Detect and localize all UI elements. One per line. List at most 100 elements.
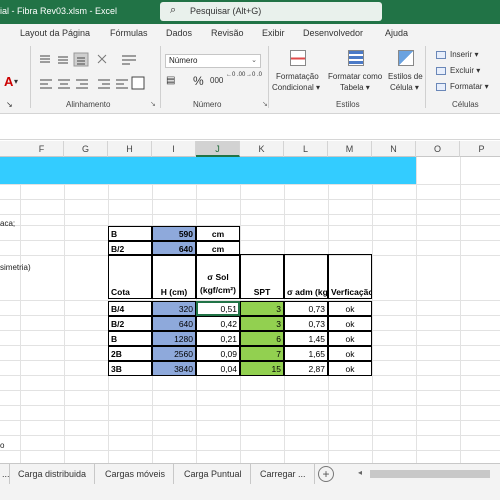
header-h[interactable]: H (cm) <box>152 254 196 299</box>
table-row-verificacao[interactable]: ok <box>328 331 372 346</box>
table-row-verificacao[interactable]: ok <box>328 346 372 361</box>
col-header-h[interactable]: H <box>108 141 152 157</box>
table-row-spt[interactable]: 6 <box>240 331 284 346</box>
header-spt[interactable]: SPT <box>240 254 284 299</box>
decrease-decimal-button[interactable]: →0 .0 <box>246 72 262 78</box>
insert-icon[interactable] <box>436 51 446 59</box>
col-header-i[interactable]: I <box>152 141 196 157</box>
tab-revisao[interactable]: Revisão <box>211 28 244 38</box>
tabs-overflow-button[interactable]: ... <box>0 464 10 484</box>
table-row-spt[interactable]: 3 <box>240 316 284 331</box>
table-row-spt[interactable]: 15 <box>240 361 284 376</box>
percent-button[interactable]: % <box>193 74 204 88</box>
thousands-button[interactable]: 000 <box>210 76 223 85</box>
number-format-select[interactable]: Número ⌄ <box>165 54 261 68</box>
table-row-cota[interactable]: B <box>108 331 152 346</box>
table-row-h[interactable]: 1280 <box>152 331 196 346</box>
delete-icon[interactable] <box>436 67 446 75</box>
table-row-h[interactable]: 320 <box>152 301 196 316</box>
cell-styles-line2[interactable]: Célula ▾ <box>390 83 419 92</box>
scrollbar-thumb[interactable] <box>370 470 490 478</box>
font-color-dropdown-icon[interactable]: ▾ <box>14 77 18 86</box>
col-header-o[interactable]: O <box>416 141 460 157</box>
sheet-grid[interactable]: aca; simetria) o B 590 cm B/2 640 cm Cot… <box>0 157 500 463</box>
col-header-l[interactable]: L <box>284 141 328 157</box>
number-launcher-icon[interactable]: ↘ <box>262 100 268 108</box>
add-sheet-button[interactable]: + <box>318 466 334 482</box>
col-header-p[interactable]: P <box>460 141 500 157</box>
table-row-sigma-adm[interactable]: 0,73 <box>284 316 328 331</box>
col-header-k[interactable]: K <box>240 141 284 157</box>
title-bar: ial - Fibra Rev03.xlsm - Excel ⌕ Pesquis… <box>0 0 500 24</box>
scroll-left-icon[interactable]: ◂ <box>358 468 362 477</box>
format-as-table-line2[interactable]: Tabela ▾ <box>340 83 370 92</box>
tab-desenvolvedor[interactable]: Desenvolvedor <box>303 28 363 38</box>
header-sigma-adm[interactable]: σ adm (kg <box>284 254 328 299</box>
table-row-cota[interactable]: 3B <box>108 361 152 376</box>
header-banner[interactable] <box>0 157 416 184</box>
sheet-tab-carga-distribuida[interactable]: Carga distribuida <box>10 464 96 484</box>
cell-text-fragment[interactable]: o <box>0 441 4 450</box>
table-row-spt[interactable]: 3 <box>240 301 284 316</box>
table-row-cota[interactable]: 2B <box>108 346 152 361</box>
cell-styles-line1[interactable]: Estilos de <box>388 72 423 81</box>
search-box[interactable]: ⌕ Pesquisar (Alt+G) <box>160 2 382 21</box>
table-row-sigma-sol[interactable]: 0,21 <box>196 331 240 346</box>
sheet-tab-carregar[interactable]: Carregar ... <box>252 464 315 484</box>
alignment-launcher-icon[interactable]: ↘ <box>150 100 156 108</box>
tab-layout[interactable]: Layout da Página <box>20 28 90 38</box>
font-launcher-icon[interactable]: ↘ <box>6 100 13 109</box>
table-row-sigma-sol[interactable]: 0,42 <box>196 316 240 331</box>
table-row-sigma-adm[interactable]: 1,65 <box>284 346 328 361</box>
col-header-g[interactable]: G <box>64 141 108 157</box>
delete-button[interactable]: Excluir ▾ <box>450 66 480 75</box>
conditional-format-line2[interactable]: Condicional ▾ <box>272 83 320 92</box>
col-header-n[interactable]: N <box>372 141 416 157</box>
sheet-tab-cargas-moveis[interactable]: Cargas móveis <box>97 464 175 484</box>
col-header-f[interactable]: F <box>20 141 64 157</box>
format-button[interactable]: Formatar ▾ <box>450 82 489 91</box>
cell-text-fragment[interactable]: simetria) <box>0 263 31 272</box>
cell-value[interactable]: 590 <box>152 226 196 241</box>
cell-unit[interactable]: cm <box>196 226 240 241</box>
tab-dados[interactable]: Dados <box>166 28 192 38</box>
horizontal-scrollbar[interactable]: ◂ <box>356 468 500 479</box>
format-as-table-icon[interactable] <box>348 50 364 66</box>
table-row-sigma-sol[interactable]: 0,09 <box>196 346 240 361</box>
font-color-button[interactable]: A <box>4 74 13 89</box>
table-row-sigma-adm[interactable]: 0,73 <box>284 301 328 316</box>
conditional-format-line1[interactable]: Formatação <box>276 72 319 81</box>
tab-exibir[interactable]: Exibir <box>262 28 285 38</box>
col-header-j[interactable]: J <box>196 141 240 157</box>
header-verificacao[interactable]: Verficação <box>328 254 372 299</box>
table-row-cota[interactable]: B/4 <box>108 301 152 316</box>
table-row-h[interactable]: 640 <box>152 316 196 331</box>
tab-ajuda[interactable]: Ajuda <box>385 28 408 38</box>
currency-icon[interactable]: ▤ <box>166 75 175 86</box>
table-row-verificacao[interactable]: ok <box>328 316 372 331</box>
table-row-sigma-sol-selected[interactable]: 0,51 <box>196 301 240 316</box>
alignment-icons[interactable] <box>38 52 148 98</box>
table-row-cota[interactable]: B/2 <box>108 316 152 331</box>
tab-formulas[interactable]: Fórmulas <box>110 28 148 38</box>
table-row-verificacao[interactable]: ok <box>328 361 372 376</box>
table-row-sigma-adm[interactable]: 2,87 <box>284 361 328 376</box>
cell-text-fragment[interactable]: aca; <box>0 219 15 228</box>
insert-button[interactable]: Inserir ▾ <box>450 50 478 59</box>
format-icon[interactable] <box>436 83 446 91</box>
format-as-table-line1[interactable]: Formatar como <box>328 72 382 81</box>
header-cota[interactable]: Cota <box>108 254 152 299</box>
col-header-m[interactable]: M <box>328 141 372 157</box>
table-row-h[interactable]: 2560 <box>152 346 196 361</box>
table-row-verificacao[interactable]: ok <box>328 301 372 316</box>
increase-decimal-button[interactable]: ←0 .00 <box>226 72 245 78</box>
cell-label[interactable]: B <box>108 226 152 241</box>
table-row-h[interactable]: 3840 <box>152 361 196 376</box>
conditional-format-icon[interactable] <box>290 50 306 66</box>
cell-styles-icon[interactable] <box>398 50 414 66</box>
table-row-sigma-adm[interactable]: 1,45 <box>284 331 328 346</box>
header-sigma-sol[interactable]: σ Sol (kgf/cm²) <box>196 254 240 299</box>
sheet-tab-carga-puntual[interactable]: Carga Puntual <box>176 464 251 484</box>
table-row-spt[interactable]: 7 <box>240 346 284 361</box>
table-row-sigma-sol[interactable]: 0,04 <box>196 361 240 376</box>
